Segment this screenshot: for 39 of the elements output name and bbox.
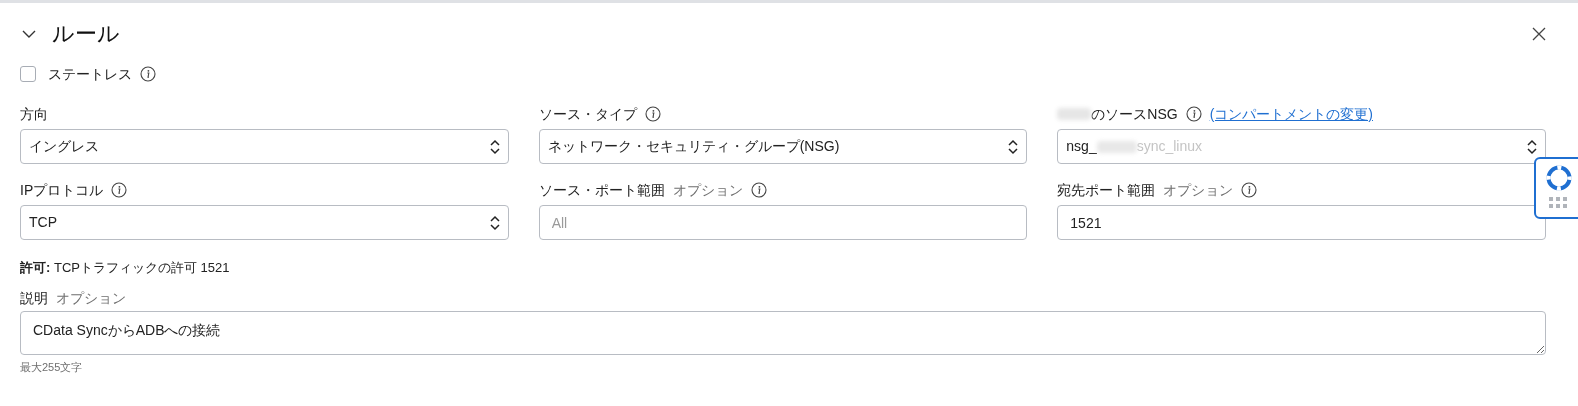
info-icon[interactable] xyxy=(644,106,661,122)
field-label: ソース・タイプ xyxy=(538,104,637,124)
grid-icon xyxy=(1549,197,1569,209)
redaction-blur xyxy=(1057,108,1092,120)
field-label: 方向 xyxy=(20,104,48,124)
close-icon[interactable] xyxy=(1532,26,1546,41)
change-compartment-link[interactable]: (コンパートメントの変更) xyxy=(1209,103,1373,125)
field-label: 説明 xyxy=(20,289,48,308)
info-icon[interactable] xyxy=(750,182,767,198)
chevron-icon[interactable] xyxy=(22,28,36,39)
select-field[interactable]: TCP xyxy=(20,205,509,240)
stateless-checkbox[interactable] xyxy=(20,66,36,82)
optional-label: オプション xyxy=(56,289,126,308)
select-field[interactable]: ネットワーク・セキュリティ・グループ(NSG) xyxy=(538,129,1028,164)
field-label: のソースNSG xyxy=(1091,104,1178,124)
up-down-chevron-icon xyxy=(1527,138,1537,155)
field-label: ソース・ポート範囲 xyxy=(538,180,665,200)
lifebuoy-icon xyxy=(1546,165,1572,191)
description-field[interactable]: CData SyncからADBへの接続 xyxy=(20,310,1546,355)
port-range-field[interactable]: All xyxy=(538,205,1028,240)
optional-label: オプション xyxy=(1163,180,1234,200)
field-label: 宛先ポート範囲 xyxy=(1057,180,1156,200)
select-field[interactable]: nsg_ sync_linux xyxy=(1057,129,1546,164)
optional-label: オプション xyxy=(672,180,743,200)
section-title: ルール xyxy=(52,20,120,48)
field-label: IPプロトコル xyxy=(20,180,104,200)
stateless-label: ステートレス xyxy=(48,64,132,84)
info-icon[interactable] xyxy=(111,182,128,198)
up-down-chevron-icon xyxy=(489,214,500,231)
up-down-chevron-icon xyxy=(489,138,500,155)
character-limit-hint: 最大255文字 xyxy=(20,359,84,375)
info-icon[interactable] xyxy=(140,66,156,82)
select-field[interactable]: イングレス xyxy=(20,129,509,164)
rule-summary: 許可: TCPトラフィックの許可 1521 xyxy=(20,260,230,275)
info-icon[interactable] xyxy=(1185,106,1202,122)
port-range-field[interactable]: 1521 xyxy=(1057,205,1546,240)
info-icon[interactable] xyxy=(1241,182,1258,198)
help-widget[interactable] xyxy=(1534,157,1578,219)
up-down-chevron-icon xyxy=(1008,138,1019,155)
